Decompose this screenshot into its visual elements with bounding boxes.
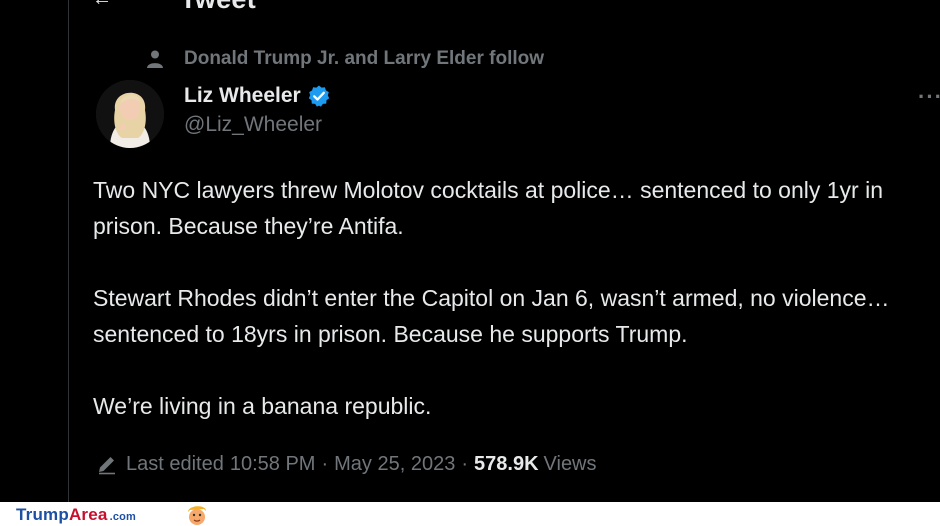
tweet-meta: Last edited 10:58 PM · May 25, 2023 · 57… [96, 450, 597, 478]
tweet-text: Two NYC lawyers threw Molotov cocktails … [93, 172, 933, 424]
tweet-panel: ← Tweet Donald Trump Jr. and Larry Elder… [0, 0, 940, 502]
more-options-icon[interactable]: ··· [918, 84, 940, 110]
author-handle[interactable]: @Liz_Wheeler [184, 113, 322, 137]
mascot-icon [188, 506, 206, 525]
pencil-icon [99, 457, 115, 475]
back-arrow-icon[interactable]: ← [92, 0, 112, 11]
tweet-paragraph: Stewart Rhodes didn’t enter the Capitol … [93, 285, 890, 347]
tweet-paragraph: We’re living in a banana republic. [93, 393, 432, 419]
separator: · [321, 452, 329, 475]
watermark-brand-part2: Area [68, 505, 108, 524]
tweet-date[interactable]: May 25, 2023 [334, 453, 455, 476]
tweet-time[interactable]: 10:58 PM [230, 453, 316, 476]
page-title: Tweet [180, 0, 256, 15]
watermark-bar: TrumpArea .com [0, 502, 940, 526]
edited-label[interactable]: Last edited [126, 453, 224, 476]
watermark-logo: TrumpArea .com [16, 505, 136, 525]
social-context-text: Donald Trump Jr. and Larry Elder follow [184, 48, 545, 69]
tweet-paragraph: Two NYC lawyers threw Molotov cocktails … [93, 177, 883, 239]
watermark-brand-suffix: .com [109, 511, 137, 523]
social-context[interactable]: Donald Trump Jr. and Larry Elder follow [145, 46, 544, 72]
avatar[interactable] [96, 80, 164, 148]
views-count: 578.9K [474, 452, 539, 475]
views-label: Views [543, 452, 597, 475]
person-icon [147, 50, 163, 68]
author-name[interactable]: Liz Wheeler [184, 82, 331, 110]
column-divider [68, 0, 69, 502]
verified-badge-icon[interactable] [307, 84, 331, 108]
author-name-text: Liz Wheeler [184, 84, 301, 107]
separator: · [461, 452, 469, 475]
watermark-brand-part1: Trump [16, 505, 69, 524]
